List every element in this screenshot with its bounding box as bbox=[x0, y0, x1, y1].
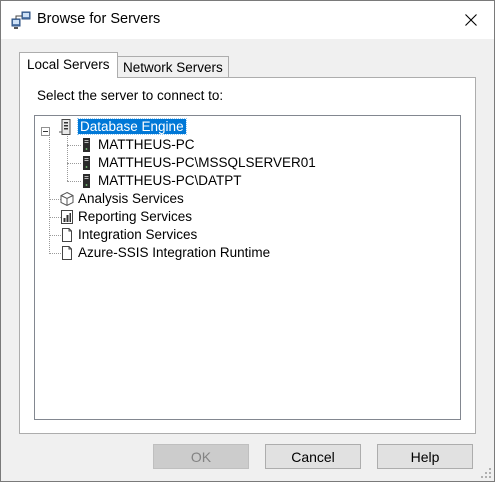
server-tree[interactable]: Database Engine MATTHEUS-PC MATTHEUS-PC\… bbox=[34, 115, 461, 420]
tree-label-server: MATTHEUS-PC\DATPT bbox=[98, 173, 242, 188]
tree-line bbox=[67, 134, 68, 181]
document-icon bbox=[59, 227, 75, 243]
select-server-prompt: Select the server to connect to: bbox=[37, 88, 224, 103]
tree-label-analysis-services: Analysis Services bbox=[78, 191, 184, 206]
tree-label-server: MATTHEUS-PC bbox=[98, 137, 195, 152]
window-title: Browse for Servers bbox=[37, 11, 161, 27]
title-bar: Browse for Servers bbox=[1, 1, 494, 39]
tree-label-server: MATTHEUS-PC\MSSQLSERVER01 bbox=[98, 155, 316, 170]
tree-label-azure-ssis-runtime: Azure-SSIS Integration Runtime bbox=[78, 245, 271, 260]
browse-for-servers-dialog: Browse for Servers Local Servers Network… bbox=[0, 0, 495, 482]
database-engine-icon bbox=[59, 119, 75, 135]
local-servers-panel: Select the server to connect to: Databas… bbox=[19, 77, 476, 434]
close-icon bbox=[465, 14, 477, 26]
report-icon bbox=[59, 209, 75, 225]
cube-icon bbox=[59, 191, 75, 207]
tree-label-integration-services: Integration Services bbox=[78, 227, 198, 242]
network-servers-icon bbox=[11, 10, 31, 30]
tab-local-servers[interactable]: Local Servers bbox=[19, 52, 118, 78]
document-icon bbox=[59, 245, 75, 261]
resize-grip-icon[interactable] bbox=[480, 467, 492, 479]
collapse-toggle-icon[interactable] bbox=[41, 123, 50, 136]
help-button[interactable]: Help bbox=[377, 444, 473, 469]
server-icon bbox=[79, 155, 95, 171]
cancel-button[interactable]: Cancel bbox=[265, 444, 361, 469]
ok-button[interactable]: OK bbox=[153, 444, 249, 469]
tree-label-reporting-services: Reporting Services bbox=[78, 209, 193, 224]
tab-network-servers[interactable]: Network Servers bbox=[117, 56, 229, 78]
tree-label-database-engine: Database Engine bbox=[77, 118, 187, 135]
close-button[interactable] bbox=[448, 1, 494, 39]
server-icon bbox=[79, 173, 95, 189]
server-icon bbox=[79, 137, 95, 153]
